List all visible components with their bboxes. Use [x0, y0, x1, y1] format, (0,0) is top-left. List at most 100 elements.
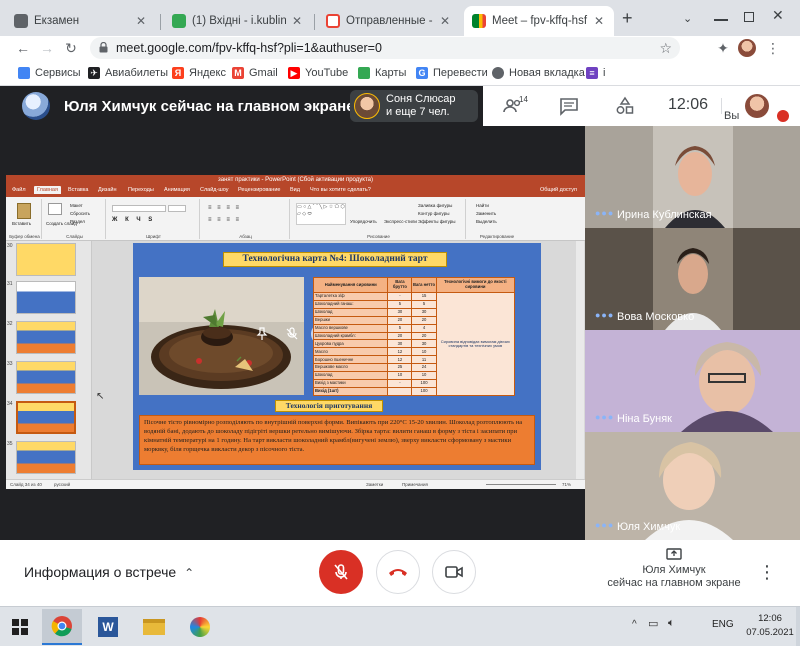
meeting-details-button[interactable]: Информация о встрече ⌃: [24, 564, 194, 580]
participant-tile[interactable]: ●●● Ніна Буняк: [585, 330, 800, 432]
bookmark-apps[interactable]: Сервисы: [18, 65, 81, 81]
network-icon[interactable]: ▭: [648, 617, 658, 630]
slide-thumbnail[interactable]: [16, 243, 76, 276]
participant-tile[interactable]: ●●● Юля Химчук: [585, 432, 800, 540]
close-tab-icon[interactable]: ✕: [134, 14, 148, 28]
table-row: Тарталетка з/ф -15 Сировина відповідає вим…: [312, 291, 516, 397]
participants-count: 14: [519, 95, 528, 104]
tab-sent[interactable]: Отправленные - ilonka ✕: [318, 6, 460, 36]
self-avatar: [745, 94, 769, 118]
system-clock[interactable]: 12:06 07.05.2021: [742, 612, 798, 640]
font-style-buttons[interactable]: Ж К Ч S: [112, 217, 155, 223]
paste-icon[interactable]: [17, 203, 31, 219]
maximize-icon[interactable]: [744, 12, 754, 22]
notes-button[interactable]: Заметки: [366, 482, 383, 487]
bookmark-yandex[interactable]: Я Яндекс: [172, 65, 226, 81]
apps-grid-icon: [18, 67, 30, 79]
participant-tile[interactable]: ●●● Вова Московко: [585, 228, 800, 330]
ppt-share-button[interactable]: Общий доступ: [540, 187, 577, 193]
ppt-menu-file[interactable]: Файл: [12, 187, 26, 193]
lock-icon: [99, 42, 108, 53]
mouse-cursor-icon: ↖: [96, 391, 105, 402]
mic-toggle-button[interactable]: [319, 550, 363, 594]
bookmark-new-tab[interactable]: Новая вкладка: [492, 65, 585, 81]
address-bar[interactable]: meet.google.com/fpv-kffq-hsf?pli=1&authu…: [90, 37, 680, 59]
more-options-icon[interactable]: ⋮: [758, 562, 776, 583]
bookmark-youtube[interactable]: ▶ YouTube: [288, 65, 348, 81]
slide-thumbnail[interactable]: [16, 441, 76, 474]
ppt-tell-me[interactable]: Что вы хотите сделать?: [310, 187, 371, 193]
translate-icon: G: [416, 67, 428, 79]
taskbar-explorer[interactable]: [134, 609, 174, 645]
reload-icon[interactable]: ↻: [62, 39, 80, 57]
bookmark-i[interactable]: ≡ i: [586, 65, 605, 81]
ppt-menu-bar: Файл Главная Вставка Дизайн Переходы Ани…: [6, 186, 585, 197]
pin-icon[interactable]: [255, 327, 269, 341]
leave-call-button[interactable]: [376, 550, 420, 594]
show-desktop-button[interactable]: [796, 607, 800, 647]
shapes-gallery[interactable]: ▭ ○ △ ⌒ ╲ ▷ ☆ ⬠ ⬡ ▱ ◇ ⬭: [296, 203, 346, 225]
tab-exam[interactable]: Екзамен ✕: [6, 6, 156, 36]
minimize-icon[interactable]: [714, 19, 728, 21]
ppt-slide-thumbnails: 30 31 32 33 34 35: [6, 241, 92, 479]
slide-thumbnail[interactable]: [16, 281, 76, 314]
font-family-select[interactable]: [112, 205, 166, 212]
taskbar-chrome[interactable]: [42, 609, 82, 645]
bookmark-translate[interactable]: G Перевести: [416, 65, 488, 81]
start-button[interactable]: [0, 609, 40, 645]
slide-thumbnail[interactable]: [16, 321, 76, 354]
participant-avatar: [354, 93, 380, 119]
close-tab-icon[interactable]: ✕: [438, 14, 452, 28]
font-size-select[interactable]: [168, 205, 186, 212]
presenting-status[interactable]: Юля Химчук сейчас на главном экране: [604, 548, 744, 590]
align-buttons[interactable]: ≡ ≡ ≡ ≡: [208, 217, 241, 223]
tab-inbox[interactable]: (1) Вхідні - i.kublinska@ ✕: [164, 6, 312, 36]
ppt-menu-design[interactable]: Дизайн: [98, 187, 117, 193]
ribbon-group-clipboard: Вставить Буфер обмена: [8, 199, 42, 239]
tab-meet[interactable]: Meet – fpv-kffq-hsf ✕: [464, 6, 614, 36]
back-arrow-icon[interactable]: ←: [14, 39, 32, 57]
activities-icon[interactable]: [615, 96, 635, 116]
chat-icon[interactable]: [559, 96, 579, 116]
browser-toolbar: ← → ↻ meet.google.com/fpv-kffq-hsf?pli=1…: [0, 36, 800, 60]
slide-thumbnail[interactable]: [16, 361, 76, 394]
new-tab-button[interactable]: +: [622, 8, 633, 29]
ppt-menu-insert[interactable]: Вставка: [68, 187, 88, 193]
close-window-icon[interactable]: ✕: [772, 7, 784, 24]
ppt-scrollbar[interactable]: [576, 241, 584, 479]
volume-icon[interactable]: 🔈︎: [668, 617, 675, 630]
ppt-menu-transitions[interactable]: Переходы: [128, 187, 154, 193]
bookmark-gmail[interactable]: M Gmail: [232, 65, 278, 81]
ppt-menu-home[interactable]: Главная: [34, 186, 61, 194]
chrome-menu-icon[interactable]: ⋮: [764, 39, 782, 57]
new-slide-icon[interactable]: [48, 203, 62, 215]
profile-avatar[interactable]: [738, 39, 756, 57]
bookmark-star-icon[interactable]: ☆: [659, 37, 672, 59]
participant-tile[interactable]: ●●● Ирина Кублинская: [585, 126, 800, 228]
comments-button[interactable]: Примечания: [402, 482, 428, 487]
other-participants-chip[interactable]: Соня Слюсар и еще 7 чел.: [350, 90, 478, 122]
close-tab-icon[interactable]: ✕: [592, 14, 606, 28]
camera-toggle-button[interactable]: [432, 550, 476, 594]
close-tab-icon[interactable]: ✕: [290, 14, 304, 28]
taskbar-word[interactable]: W: [88, 609, 128, 645]
list-buttons[interactable]: ≡ ≡ ≡ ≡: [208, 205, 241, 211]
image-icon: [172, 14, 186, 28]
ppt-menu-slideshow[interactable]: Слайд-шоу: [200, 187, 229, 193]
slide-thumbnail-selected[interactable]: [16, 401, 76, 434]
bookmarks-bar: Сервисы ✈ Авиабилеты Я Яндекс M Gmail ▶ YouT…: [0, 60, 800, 86]
tab-search-icon[interactable]: ⌄: [683, 12, 692, 25]
tray-overflow-icon[interactable]: ^: [632, 619, 637, 630]
mic-off-icon: [334, 564, 348, 580]
ppt-menu-view[interactable]: Вид: [290, 187, 300, 193]
bookmark-maps[interactable]: Карты: [358, 65, 406, 81]
language-indicator[interactable]: ENG: [712, 619, 734, 630]
extensions-icon[interactable]: ✦: [714, 39, 732, 57]
bookmark-flights[interactable]: ✈ Авиабилеты: [88, 65, 168, 81]
ppt-menu-review[interactable]: Рецензирование: [238, 187, 280, 193]
ppt-menu-animation[interactable]: Анимация: [164, 187, 190, 193]
forward-arrow-icon[interactable]: →: [38, 39, 56, 57]
browser-tab-strip: Екзамен ✕ (1) Вхідні - i.kublinska@ ✕ От…: [0, 0, 800, 36]
taskbar-paint[interactable]: [180, 609, 220, 645]
zoom-slider[interactable]: [486, 484, 556, 485]
